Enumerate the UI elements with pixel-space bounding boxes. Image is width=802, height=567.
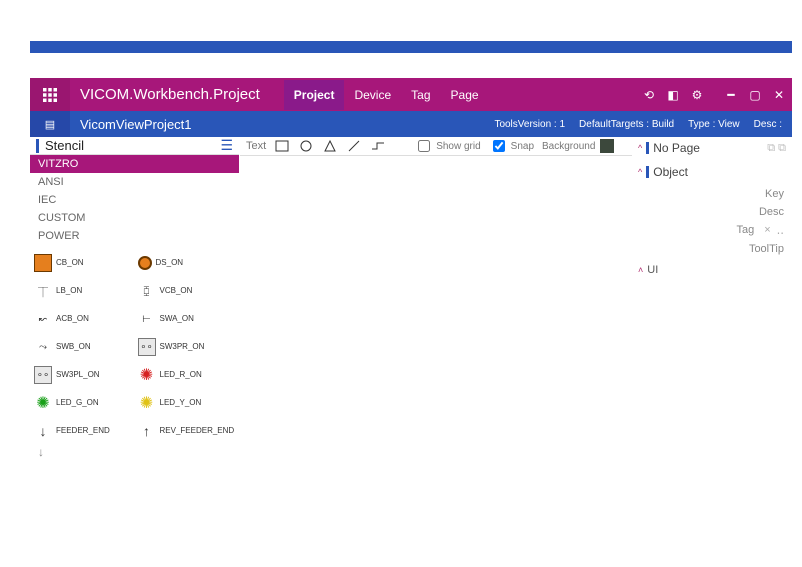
show-grid-label: Show grid xyxy=(436,141,480,152)
background-label: Background xyxy=(542,141,595,152)
no-page-section[interactable]: ^ No Page ⧉ ⧉ xyxy=(638,141,786,155)
shape-sw3pr-on[interactable]: ∘∘SW3PR_ON xyxy=(138,335,236,359)
prop-desc[interactable]: Desc xyxy=(638,203,786,221)
stencil-shapes: CB_ON DS_ON ⏉LB_ON ⧮VCB_ON ↜ACB_ON ⊢SWA_… xyxy=(30,245,239,443)
stencil-cat-iec[interactable]: IEC xyxy=(30,191,239,209)
snap-checkbox[interactable]: Snap xyxy=(489,137,534,155)
project-file-icon[interactable]: ▤ xyxy=(30,111,70,137)
tool-rect-icon[interactable] xyxy=(274,138,290,154)
shape-feeder-end[interactable]: ↓FEEDER_END xyxy=(34,419,132,443)
shape-led-r-on[interactable]: ✺LED_R_ON xyxy=(138,363,236,387)
object-section[interactable]: ^ Object xyxy=(638,165,786,179)
maximize-icon[interactable]: ▢ xyxy=(748,88,762,102)
prop-tooltip[interactable]: ToolTip xyxy=(638,240,786,258)
object-label: Object xyxy=(653,165,688,179)
refresh-icon[interactable]: ⟲ xyxy=(642,88,656,102)
background-swatch[interactable] xyxy=(600,139,614,153)
burger-icon[interactable]: ☰ xyxy=(220,137,233,154)
shape-swa-on[interactable]: ⊢SWA_ON xyxy=(138,307,236,331)
canvas-toolbar: Text Show grid Snap Background xyxy=(240,137,632,156)
project-name: VicomViewProject1 xyxy=(80,117,192,132)
snap-label: Snap xyxy=(511,141,534,152)
show-grid-checkbox[interactable]: Show grid xyxy=(414,137,480,155)
minimize-icon[interactable]: ━ xyxy=(724,88,738,102)
caret-icon: ˄ xyxy=(638,265,643,275)
main-menu: Project Device Tag Page xyxy=(284,80,489,110)
desc: Desc : xyxy=(754,119,782,130)
stencil-cat-vitzro[interactable]: VITZRO xyxy=(30,155,239,173)
app-title: VICOM.Workbench.Project xyxy=(80,86,260,103)
gear-icon[interactable]: ⚙ xyxy=(690,88,704,102)
close-icon[interactable]: ✕ xyxy=(772,88,786,102)
shape-swb-on[interactable]: ⤳SWB_ON xyxy=(34,335,132,359)
shape-vcb-on[interactable]: ⧮VCB_ON xyxy=(138,279,236,303)
shape-lb-on[interactable]: ⏉LB_ON xyxy=(34,279,132,303)
app-icon[interactable] xyxy=(30,78,70,111)
shape-sw3pl-on[interactable]: ∘∘SW3PL_ON xyxy=(34,363,132,387)
tools-version: ToolsVersion : 1 xyxy=(494,119,565,130)
ui-subsection[interactable]: ˄ UI xyxy=(638,264,786,276)
tool-line-icon[interactable] xyxy=(346,138,362,154)
stencil-categories: VITZRO ANSI IEC CUSTOM POWER xyxy=(30,155,239,245)
snap-input[interactable] xyxy=(493,140,505,152)
shape-rev-feeder-end[interactable]: ↑REV_FEEDER_END xyxy=(138,419,236,443)
prop-tag[interactable]: Tag×‥ xyxy=(638,221,786,240)
default-targets: DefaultTargets : Build xyxy=(579,119,674,130)
more-icon[interactable]: ‥ xyxy=(777,224,784,237)
menu-tag[interactable]: Tag xyxy=(401,80,440,110)
prop-key[interactable]: Key xyxy=(638,185,786,203)
bottom-bar xyxy=(30,41,792,53)
notify-icon[interactable]: ◧ xyxy=(666,88,680,102)
no-page-label: No Page xyxy=(653,141,700,155)
ui-label: UI xyxy=(647,264,658,276)
show-grid-input[interactable] xyxy=(418,140,430,152)
tool-circle-icon[interactable] xyxy=(298,138,314,154)
subbar: ▤ VicomViewProject1 ToolsVersion : 1 Def… xyxy=(30,111,792,137)
menu-project[interactable]: Project xyxy=(284,80,345,110)
background-picker[interactable]: Background xyxy=(542,139,614,153)
shape-acb-on[interactable]: ↜ACB_ON xyxy=(34,307,132,331)
shape-led-g-on[interactable]: ✺LED_G_ON xyxy=(34,391,132,415)
titlebar: VICOM.Workbench.Project Project Device T… xyxy=(30,78,792,111)
stencil-cat-power[interactable]: POWER xyxy=(30,227,239,245)
no-page-actions[interactable]: ⧉ ⧉ xyxy=(767,142,786,155)
shape-ds-on[interactable]: DS_ON xyxy=(138,251,236,275)
tool-step-icon[interactable] xyxy=(370,138,386,154)
clear-icon[interactable]: × xyxy=(764,224,770,237)
shape-led-y-on[interactable]: ✺LED_Y_ON xyxy=(138,391,236,415)
text-tool-label[interactable]: Text xyxy=(246,140,266,152)
properties-panel: ^ No Page ⧉ ⧉ ^ Object Key Desc Tag×‥ To… xyxy=(632,137,792,145)
menu-page[interactable]: Page xyxy=(441,80,489,110)
stencil-cat-ansi[interactable]: ANSI xyxy=(30,173,239,191)
stencil-title: Stencil xyxy=(45,138,84,153)
stencil-header: Stencil ☰ xyxy=(30,137,239,155)
menu-device[interactable]: Device xyxy=(344,80,401,110)
stencil-cat-custom[interactable]: CUSTOM xyxy=(30,209,239,227)
caret-icon: ^ xyxy=(638,167,642,177)
tool-triangle-icon[interactable] xyxy=(322,138,338,154)
type-view: Type : View xyxy=(688,119,740,130)
shape-cb-on[interactable]: CB_ON xyxy=(34,251,132,275)
caret-icon: ^ xyxy=(638,143,642,153)
